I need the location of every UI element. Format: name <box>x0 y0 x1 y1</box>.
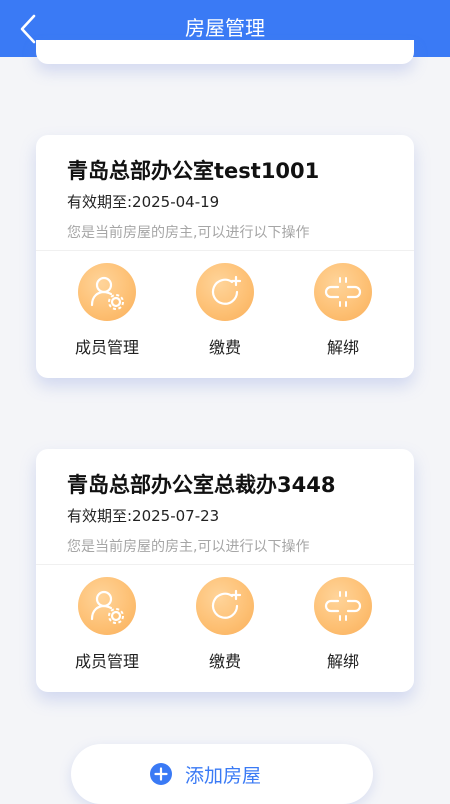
user-settings-icon <box>90 590 124 624</box>
card-divider <box>36 564 414 565</box>
house-expiry: 有效期至:2025-04-19 <box>67 193 220 211</box>
previous-house-card <box>36 40 414 64</box>
card-divider <box>36 250 414 251</box>
payment-button[interactable]: 缴费 <box>175 577 275 677</box>
action-label: 成员管理 <box>74 652 139 671</box>
payment-button[interactable]: 缴费 <box>175 263 275 363</box>
house-expiry: 有效期至:2025-07-23 <box>67 507 220 525</box>
unlink-icon <box>324 591 362 621</box>
house-card: 青岛总部办公室test1001 有效期至:2025-04-19 您是当前房屋的房… <box>36 135 414 378</box>
action-label: 缴费 <box>208 652 241 671</box>
member-management-button[interactable]: 成员管理 <box>57 263 157 363</box>
house-card: 青岛总部办公室总裁办3448 有效期至:2025-07-23 您是当前房屋的房主… <box>36 449 414 692</box>
refresh-add-icon <box>211 589 242 619</box>
action-label: 缴费 <box>208 338 241 357</box>
refresh-add-icon <box>211 275 242 305</box>
house-name: 青岛总部办公室总裁办3448 <box>67 473 336 497</box>
add-house-label: 添加房屋 <box>185 765 262 787</box>
plus-circle-icon <box>150 763 172 785</box>
house-name: 青岛总部办公室test1001 <box>67 159 320 183</box>
owner-hint: 您是当前房屋的房主,可以进行以下操作 <box>67 539 310 555</box>
action-label: 解绑 <box>326 338 359 357</box>
action-label: 成员管理 <box>74 338 139 357</box>
owner-hint: 您是当前房屋的房主,可以进行以下操作 <box>67 225 310 241</box>
unlink-icon <box>324 277 362 307</box>
add-house-button[interactable]: 添加房屋 <box>71 744 373 804</box>
unbind-button[interactable]: 解绑 <box>293 263 393 363</box>
unbind-button[interactable]: 解绑 <box>293 577 393 677</box>
action-label: 解绑 <box>326 652 359 671</box>
member-management-button[interactable]: 成员管理 <box>57 577 157 677</box>
user-settings-icon <box>90 276 124 310</box>
